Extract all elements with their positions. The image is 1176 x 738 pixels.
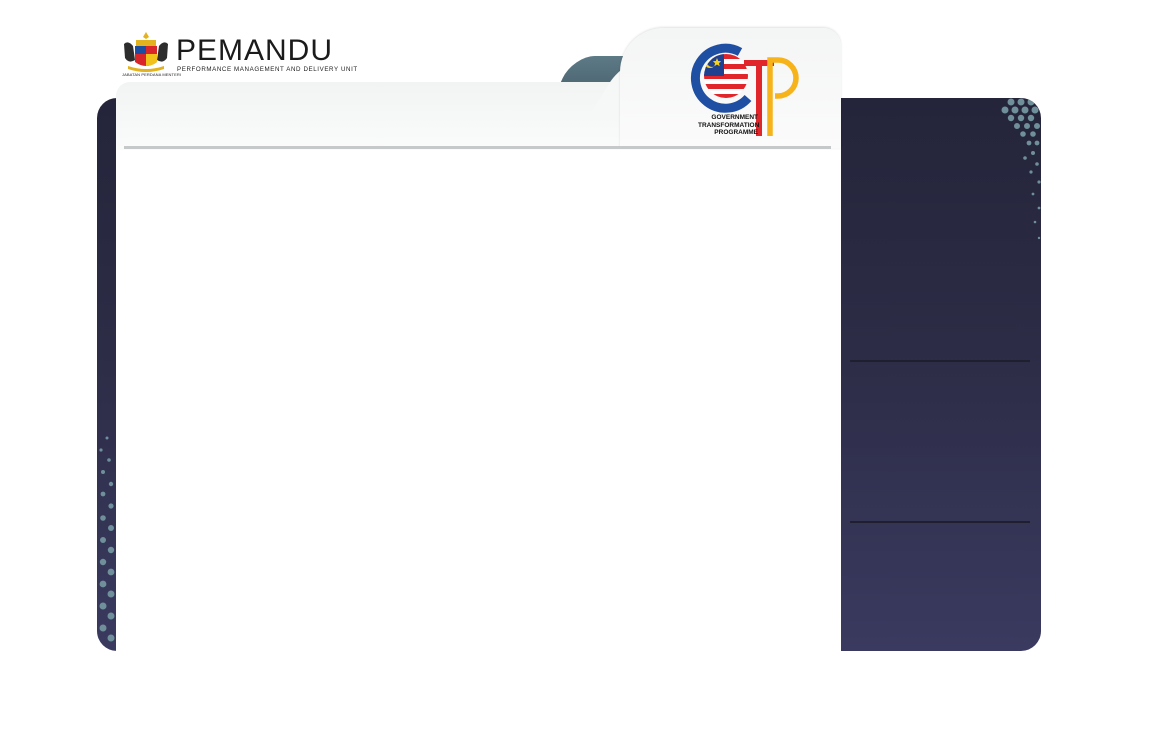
gtp-line-2: TRANSFORMATION xyxy=(698,121,760,129)
malaysia-coat-of-arms-icon xyxy=(124,32,168,72)
brand-title: PEMANDU xyxy=(176,34,334,67)
header-rule xyxy=(124,146,831,149)
sidebar-divider-top xyxy=(850,360,1030,362)
gtp-logo[interactable]: GOVERNMENT TRANSFORMATION PROGRAMME xyxy=(690,40,810,140)
gtp-line-3: PROGRAMME xyxy=(714,129,758,136)
brand-subtitle: PERFORMANCE MANAGEMENT AND DELIVERY UNIT xyxy=(177,66,358,73)
left-dot-pattern xyxy=(99,436,115,642)
right-dot-pattern xyxy=(1001,98,1041,240)
pemandu-logo[interactable]: JABATAN PERDANA MENTERI PEMANDU PERFORMA… xyxy=(120,30,380,80)
main-content-card xyxy=(116,82,841,654)
gtp-line-1: GOVERNMENT xyxy=(711,114,758,121)
crest-caption: JABATAN PERDANA MENTERI xyxy=(122,72,182,77)
sidebar-divider-bottom xyxy=(850,521,1030,523)
gtp-wordmark: GOVERNMENT TRANSFORMATION PROGRAMME xyxy=(698,114,760,137)
